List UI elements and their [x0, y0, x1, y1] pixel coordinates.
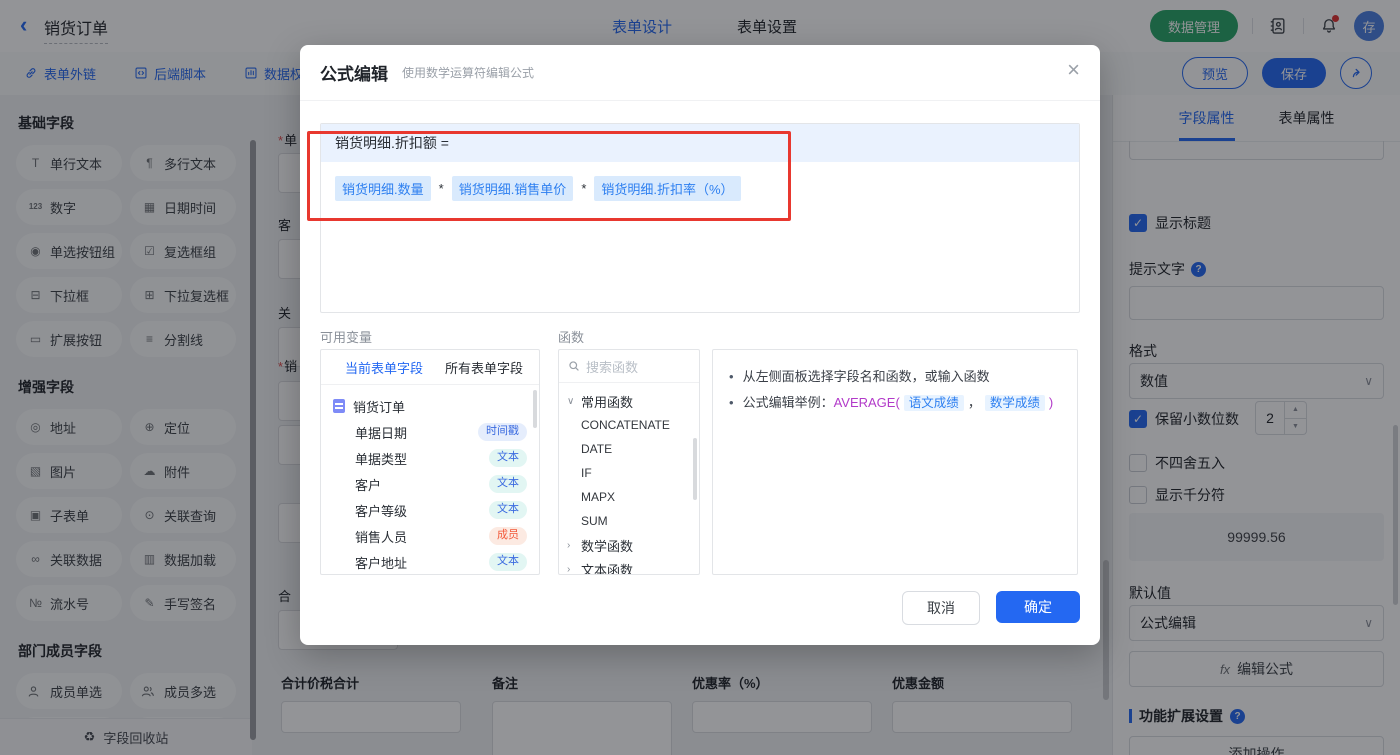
formula-token[interactable]: 销货明细.数量	[335, 176, 431, 201]
variable-row[interactable]: 单据类型 文本	[333, 445, 527, 471]
bullet-icon: •	[729, 395, 734, 410]
search-icon	[568, 360, 580, 372]
functions-scrollbar[interactable]	[693, 438, 697, 500]
example-field-token: 数学成绩	[985, 395, 1045, 411]
chevron-down-icon: ∨	[567, 396, 576, 407]
function-item[interactable]: SUM	[559, 509, 699, 533]
variable-row[interactable]: 销售人员 成员	[333, 523, 527, 549]
search-placeholder: 搜索函数	[586, 357, 638, 376]
formula-expression: 销货明细.数量 * 销货明细.销售单价 * 销货明细.折扣率（%）	[335, 176, 1079, 201]
example-field-token: 语文成绩	[904, 395, 964, 411]
variables-panel: 当前表单字段 所有表单字段 销货订单 单据日期 时间戳 单据类型 文本 客户	[320, 349, 540, 575]
variable-row[interactable]: 单据日期 时间戳	[333, 419, 527, 445]
type-badge: 文本	[489, 501, 527, 518]
formula-target: 销货明细.折扣额 =	[321, 124, 1079, 162]
type-badge: 时间戳	[478, 423, 527, 440]
modal-subtitle: 使用数学运算符编辑公式	[402, 64, 534, 81]
function-search[interactable]: 搜索函数	[559, 350, 699, 383]
modal-header: 公式编辑 使用数学运算符编辑公式	[300, 45, 1100, 101]
functions-label: 函数	[558, 327, 584, 346]
formula-token[interactable]: 销货明细.销售单价	[452, 176, 574, 201]
formula-token[interactable]: 销货明细.折扣率（%）	[594, 176, 740, 201]
type-badge: 成员	[489, 527, 527, 544]
help-line-2: •公式编辑举例：AVERAGE(语文成绩，数学成绩)	[729, 390, 1061, 416]
chevron-right-icon: ›	[567, 564, 576, 575]
type-badge: 文本	[489, 553, 527, 570]
function-group-math[interactable]: › 数学函数	[559, 533, 699, 557]
functions-panel: 搜索函数 ∨ 常用函数 CONCATENATE DATE IF MAPX SUM…	[558, 349, 700, 575]
formula-operator: *	[439, 181, 444, 196]
variables-label: 可用变量	[320, 327, 372, 346]
variable-row[interactable]: 客户地址 文本	[333, 549, 527, 575]
close-icon[interactable]: ×	[1067, 59, 1080, 81]
tab-all-form-fields[interactable]: 所有表单字段	[445, 358, 523, 377]
modal-footer: 取消 确定	[902, 591, 1080, 625]
variables-scrollbar[interactable]	[533, 390, 537, 428]
chevron-right-icon: ›	[567, 540, 576, 551]
function-group-text[interactable]: › 文本函数	[559, 557, 699, 575]
modal-title: 公式编辑	[320, 60, 388, 85]
form-doc-icon	[333, 399, 345, 413]
function-list: ∨ 常用函数 CONCATENATE DATE IF MAPX SUM › 数学…	[559, 383, 699, 575]
variable-row[interactable]: 客户 文本	[333, 471, 527, 497]
type-badge: 文本	[489, 475, 527, 492]
help-line-1: •从左侧面板选择字段名和函数，或输入函数	[729, 364, 1061, 390]
help-panel: •从左侧面板选择字段名和函数，或输入函数 •公式编辑举例：AVERAGE(语文成…	[712, 349, 1078, 575]
confirm-button[interactable]: 确定	[996, 591, 1080, 623]
form-designer-app: ‹ 销货订单 表单设计 表单设置 数据管理 存	[0, 0, 1400, 755]
formula-operator: *	[581, 181, 586, 196]
function-group-common[interactable]: ∨ 常用函数	[559, 389, 699, 413]
formula-editor-modal: 公式编辑 使用数学运算符编辑公式 × 销货明细.折扣额 = 销货明细.数量 * …	[300, 45, 1100, 645]
function-item[interactable]: IF	[559, 461, 699, 485]
tab-current-form-fields[interactable]: 当前表单字段	[345, 358, 423, 377]
variables-list: 销货订单 单据日期 时间戳 单据类型 文本 客户 文本 客户等级 文本	[321, 385, 539, 575]
function-item[interactable]: DATE	[559, 437, 699, 461]
cancel-button[interactable]: 取消	[902, 591, 980, 625]
variable-row[interactable]: 客户等级 文本	[333, 497, 527, 523]
type-badge: 文本	[489, 449, 527, 466]
variables-form-node[interactable]: 销货订单	[333, 393, 527, 419]
bullet-icon: •	[729, 369, 734, 384]
formula-editor[interactable]: 销货明细.折扣额 = 销货明细.数量 * 销货明细.销售单价 * 销货明细.折扣…	[320, 123, 1080, 313]
variables-tabs: 当前表单字段 所有表单字段	[321, 350, 539, 385]
function-item[interactable]: CONCATENATE	[559, 413, 699, 437]
function-item[interactable]: MAPX	[559, 485, 699, 509]
